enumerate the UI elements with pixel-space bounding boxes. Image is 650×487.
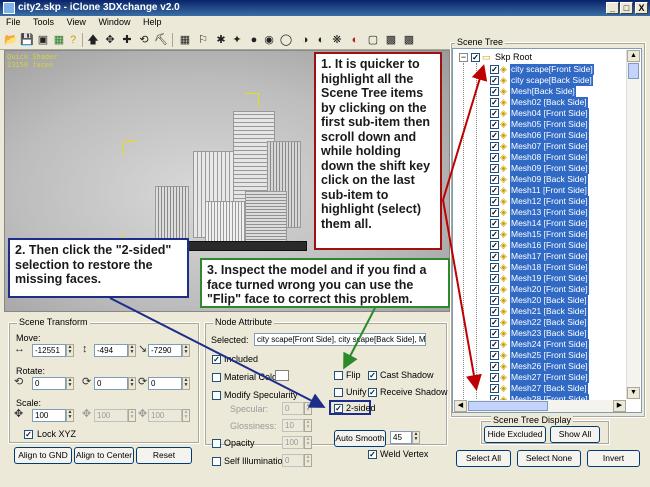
arrow-to-last-tree-item — [442, 199, 482, 391]
arrow-to-flip — [343, 307, 376, 370]
annotation-arrows — [109, 64, 488, 408]
arrow-to-first-tree-item — [442, 64, 488, 201]
arrow-to-two-sided — [109, 297, 326, 408]
